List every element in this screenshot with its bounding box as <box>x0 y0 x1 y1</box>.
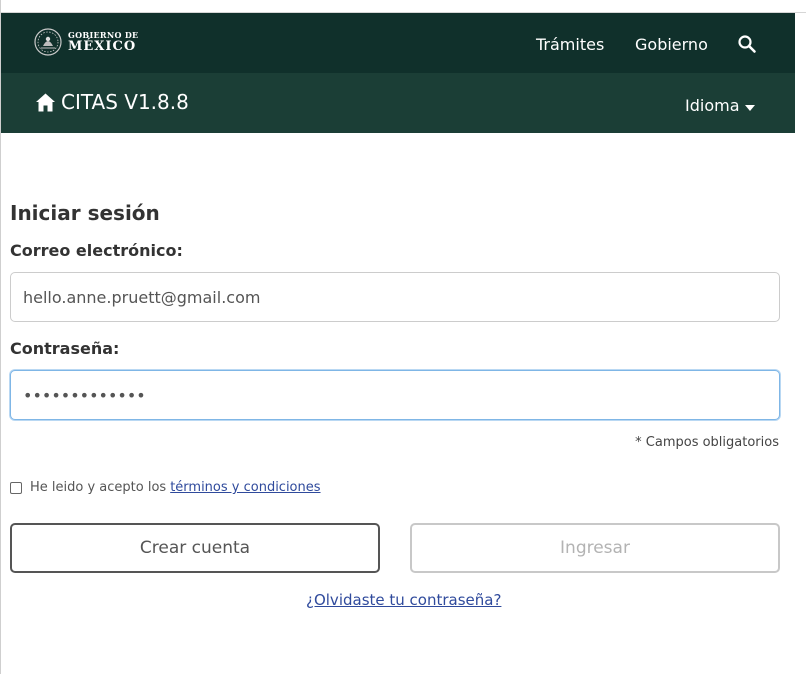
terms-link[interactable]: términos y condiciones <box>170 480 320 495</box>
gobierno-logo-link[interactable]: GOBIERNO DE MÉXICO <box>34 28 138 56</box>
app-title: CITAS V1.8.8 <box>61 90 189 114</box>
password-label: Contraseña: <box>10 339 120 358</box>
language-label: Idioma <box>685 96 740 115</box>
top-strip <box>1 0 806 13</box>
language-dropdown[interactable]: Idioma <box>685 96 755 115</box>
create-account-button[interactable]: Crear cuenta <box>10 523 380 573</box>
browser-viewport: GOBIERNO DE MÉXICO Trámites Gobierno CIT… <box>0 0 806 674</box>
password-field[interactable] <box>10 370 780 420</box>
page-title: Iniciar sesión <box>10 201 160 225</box>
national-seal-icon <box>34 28 62 56</box>
app-header: CITAS V1.8.8 Idioma <box>1 73 795 133</box>
email-label: Correo electrónico: <box>10 241 183 260</box>
forgot-password-link[interactable]: ¿Olvidaste tu contraseña? <box>306 591 501 609</box>
home-link[interactable]: CITAS V1.8.8 <box>35 90 189 114</box>
login-button[interactable]: Ingresar <box>410 523 780 573</box>
terms-row: He leido y acepto los términos y condici… <box>10 480 321 495</box>
home-icon <box>36 93 55 111</box>
caret-down-icon <box>744 104 755 111</box>
government-header: GOBIERNO DE MÉXICO Trámites Gobierno <box>1 13 795 73</box>
required-fields-note: * Campos obligatorios <box>635 435 779 450</box>
email-field[interactable] <box>10 272 780 322</box>
logo-text-line1: GOBIERNO DE <box>68 30 139 40</box>
nav-link-tramites[interactable]: Trámites <box>536 35 604 54</box>
nav-link-gobierno[interactable]: Gobierno <box>635 35 708 54</box>
terms-checkbox[interactable] <box>10 481 22 494</box>
search-icon[interactable] <box>737 34 757 54</box>
terms-text: He leido y acepto los <box>30 480 167 495</box>
logo-text-line2: MÉXICO <box>68 39 137 54</box>
